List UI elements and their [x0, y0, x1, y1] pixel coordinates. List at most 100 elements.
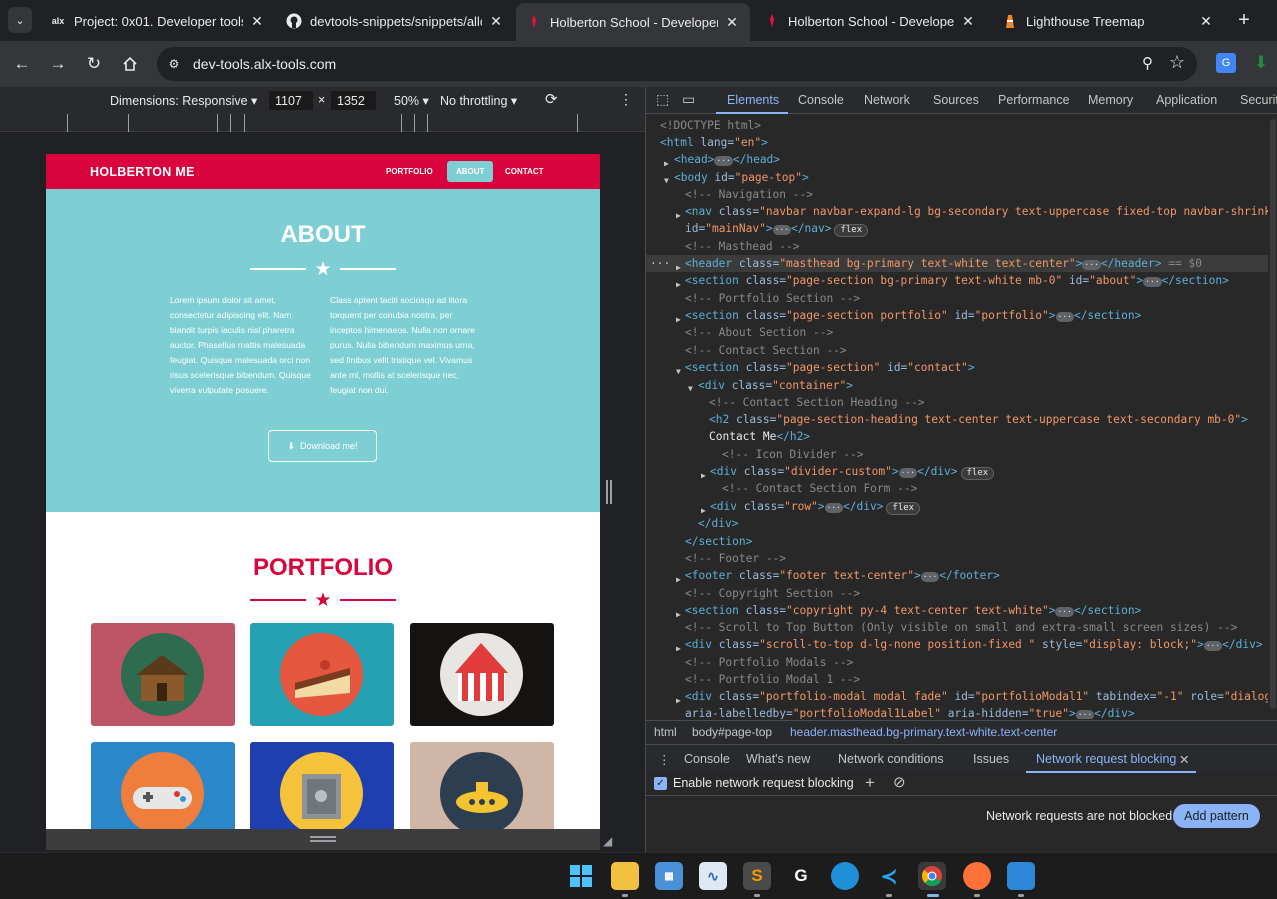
- tab-sources[interactable]: Sources: [933, 93, 979, 107]
- dom-node-close[interactable]: </section>: [685, 533, 752, 550]
- close-icon[interactable]: ✕: [1179, 752, 1189, 767]
- drawer-tab-network-conditions[interactable]: Network conditions: [838, 752, 944, 766]
- expand-arrow-icon[interactable]: ▶: [676, 207, 681, 224]
- tab-elements[interactable]: Elements: [727, 93, 779, 107]
- dom-node[interactable]: <section class="page-section" id="contac…: [685, 359, 975, 376]
- home-button[interactable]: [116, 50, 144, 78]
- dom-node[interactable]: <div class="scroll-to-top d-lg-none posi…: [685, 636, 1263, 653]
- tab-console[interactable]: Console: [798, 93, 844, 107]
- dom-node[interactable]: <nav class="navbar navbar-expand-lg bg-s…: [685, 203, 1268, 220]
- dom-comment[interactable]: <!-- Contact Section -->: [685, 342, 847, 359]
- dom-node-close[interactable]: </div>: [698, 515, 738, 532]
- task-manager-icon[interactable]: ∿: [699, 862, 727, 890]
- drawer-menu-icon[interactable]: ⋮: [658, 752, 671, 767]
- dom-node-continued[interactable]: id="mainNav"> ··· </nav> flex: [685, 220, 869, 237]
- control-panel-icon[interactable]: ▦: [655, 862, 683, 890]
- drawer-tab-whats-new[interactable]: What's new: [746, 752, 810, 766]
- media-query-ruler[interactable]: [0, 114, 645, 132]
- more-dots-icon[interactable]: ···: [650, 255, 670, 272]
- dom-scrollbar[interactable]: [1270, 119, 1276, 709]
- drawer-tab-console[interactable]: Console: [684, 752, 730, 766]
- dom-node[interactable]: <section class="page-section bg-primary …: [685, 272, 1229, 289]
- dom-node-selected[interactable]: ··· ▶ <header class="masthead bg-primary…: [646, 255, 1268, 272]
- github-desktop-icon[interactable]: G: [787, 862, 815, 890]
- dom-node[interactable]: <!DOCTYPE html>: [660, 117, 761, 134]
- tab-holberton-active[interactable]: Holberton School - Developer t ✕: [516, 3, 750, 41]
- forward-button[interactable]: →: [44, 50, 72, 78]
- dom-comment[interactable]: <!-- Portfolio Modal 1 -->: [685, 671, 860, 688]
- sublime-text-icon[interactable]: S: [743, 862, 771, 890]
- download-button[interactable]: ⬇ Download me!: [268, 430, 377, 462]
- close-icon[interactable]: ✕: [249, 13, 265, 30]
- portfolio-item-cake[interactable]: [250, 623, 394, 726]
- dom-comment[interactable]: <!-- About Section -->: [685, 324, 833, 341]
- dom-node[interactable]: <footer class="footer text-center"> ··· </…: [685, 567, 1000, 584]
- portfolio-item-submarine[interactable]: [410, 742, 554, 830]
- firefox-icon[interactable]: [963, 862, 991, 890]
- dom-node-continued[interactable]: aria-labelledby="portfolioModal1Label" a…: [685, 705, 1135, 719]
- google-translate-icon[interactable]: G: [1216, 53, 1236, 73]
- site-info-icon[interactable]: ⚙: [165, 55, 183, 73]
- new-tab-button[interactable]: +: [1232, 8, 1256, 32]
- throttling-dropdown[interactable]: No throttling ▾: [440, 93, 517, 108]
- add-pattern-button[interactable]: Add pattern: [1173, 804, 1260, 828]
- dom-text[interactable]: Contact Me</h2>: [709, 428, 810, 445]
- dom-comment[interactable]: <!-- Contact Section Form -->: [722, 480, 917, 497]
- dom-comment[interactable]: <!-- Contact Section Heading -->: [709, 394, 925, 411]
- collapse-arrow-icon[interactable]: ▼: [664, 172, 669, 189]
- dom-node[interactable]: <head> ··· </head>: [674, 151, 780, 168]
- portfolio-item-cabin[interactable]: [91, 623, 235, 726]
- zoom-icon[interactable]: ⚲: [1142, 54, 1153, 72]
- site-brand[interactable]: HOLBERTON ME: [90, 165, 195, 179]
- more-options-icon[interactable]: ⋮: [619, 91, 633, 108]
- dom-comment[interactable]: <!-- Footer -->: [685, 550, 786, 567]
- drawer-tab-network-request-blocking[interactable]: Network request blocking: [1036, 752, 1176, 766]
- url-text[interactable]: dev-tools.alx-tools.com: [193, 56, 336, 72]
- breadcrumb-body[interactable]: body#page-top: [692, 725, 772, 739]
- tab-github[interactable]: devtools-snippets/snippets/allc ✕: [276, 6, 514, 36]
- close-icon[interactable]: ✕: [1198, 13, 1214, 30]
- enable-blocking-checkbox[interactable]: ✓: [654, 777, 667, 790]
- dom-node[interactable]: <div class="divider-custom"> ··· </div> fle…: [710, 463, 995, 480]
- dom-comment[interactable]: <!-- Navigation -->: [685, 186, 813, 203]
- clear-icon[interactable]: ⊘: [893, 773, 906, 791]
- dom-node[interactable]: <div class="portfolio-modal modal fade" …: [685, 688, 1268, 705]
- bookmark-star-icon[interactable]: ☆: [1169, 52, 1185, 73]
- close-icon[interactable]: ✕: [960, 13, 976, 30]
- dom-comment[interactable]: <!-- Icon Divider -->: [722, 446, 863, 463]
- tab-memory[interactable]: Memory: [1088, 93, 1133, 107]
- dom-comment[interactable]: <!-- Scroll to Top Button (Only visible …: [685, 619, 1237, 636]
- tab-search-button[interactable]: ⌄: [8, 7, 32, 33]
- dom-comment[interactable]: <!-- Copyright Section -->: [685, 585, 860, 602]
- download-extension-icon[interactable]: ⬇: [1251, 53, 1271, 73]
- emulated-viewport[interactable]: HOLBERTON ME PORTFOLIO ABOUT CONTACT ABO…: [46, 154, 600, 830]
- tab-lighthouse[interactable]: Lighthouse Treemap ✕: [992, 6, 1224, 36]
- vscode-icon[interactable]: ≺: [875, 862, 903, 890]
- expand-arrow-icon[interactable]: ▶: [676, 259, 681, 276]
- tab-application[interactable]: Application: [1156, 93, 1217, 107]
- expand-arrow-icon[interactable]: ▶: [676, 571, 681, 588]
- expand-arrow-icon[interactable]: ▶: [676, 606, 681, 623]
- dom-node[interactable]: <section class="copyright py-4 text-cent…: [685, 602, 1141, 619]
- tab-holberton[interactable]: Holberton School - Developer t ✕: [754, 6, 986, 36]
- portfolio-item-safe[interactable]: [250, 742, 394, 830]
- flex-badge[interactable]: flex: [960, 467, 995, 480]
- dom-node[interactable]: <div class="row"> ··· </div> flex: [710, 498, 921, 515]
- breadcrumb-html[interactable]: html: [654, 725, 677, 739]
- dimensions-dropdown[interactable]: Dimensions: Responsive ▾: [110, 93, 257, 108]
- expand-arrow-icon[interactable]: ▶: [676, 640, 681, 657]
- expand-arrow-icon[interactable]: ▶: [664, 155, 669, 172]
- dom-node[interactable]: <section class="page-section portfolio" …: [685, 307, 1141, 324]
- flex-badge[interactable]: flex: [886, 502, 921, 515]
- tab-security[interactable]: Security: [1240, 93, 1277, 107]
- dom-node[interactable]: <html lang="en">: [660, 134, 768, 151]
- chrome-icon[interactable]: [918, 862, 946, 890]
- nav-link-portfolio[interactable]: PORTFOLIO: [377, 161, 442, 182]
- dom-comment[interactable]: <!-- Masthead -->: [685, 238, 800, 255]
- reload-button[interactable]: ↻: [80, 50, 108, 78]
- tab-network[interactable]: Network: [864, 93, 910, 107]
- resize-corner-icon[interactable]: ◢: [603, 834, 612, 848]
- close-icon[interactable]: ✕: [488, 13, 504, 30]
- expand-arrow-icon[interactable]: ▶: [676, 276, 681, 293]
- close-icon[interactable]: ✕: [724, 14, 740, 31]
